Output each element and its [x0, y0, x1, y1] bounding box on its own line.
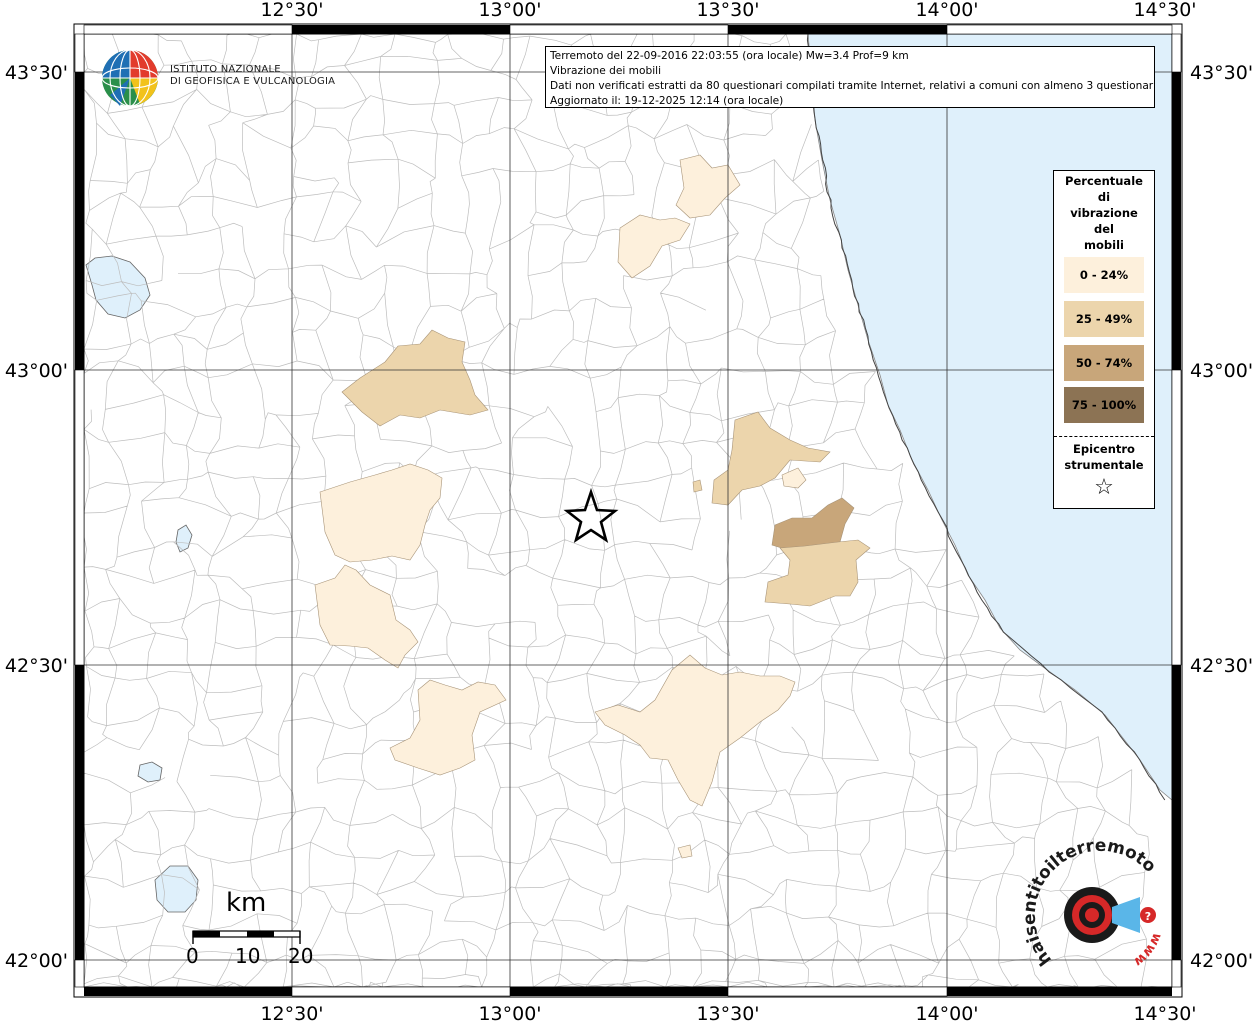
legend-title-line: del — [1094, 222, 1114, 236]
legend-title-line: vibrazione — [1070, 206, 1138, 220]
lat-label: 43°00' — [1190, 360, 1253, 382]
lat-label: 42°00' — [1190, 950, 1253, 972]
legend-class-25-49: 25 - 49% — [1064, 301, 1144, 337]
lon-label: 13°00' — [478, 1003, 541, 1024]
data-disclaimer: Dati non verificati estratti da 80 quest… — [550, 80, 1155, 92]
update-timestamp: Aggiornato il: 19-12-2025 12:14 (ora loc… — [550, 95, 784, 107]
legend-epicenter-line: strumentale — [1064, 458, 1144, 472]
municipality-class-2 — [692, 479, 703, 493]
longitude-labels-top: 12°30' 13°00' 13°30' 14°00' 14°30' — [260, 0, 1196, 21]
lon-label: 14°30' — [1133, 1003, 1196, 1024]
parameter-name: Vibrazione dei mobili — [550, 65, 662, 77]
scale-tick-10: 10 — [235, 944, 261, 968]
legend-title-line: mobili — [1084, 238, 1124, 252]
legend-class-label: 0 - 24% — [1079, 268, 1129, 282]
ingv-logo-icon — [101, 49, 159, 107]
legend-class-label: 25 - 49% — [1075, 312, 1133, 326]
ingv-name: ISTITUTO NAZIONALE DI GEOFISICA E VULCAN… — [170, 64, 335, 88]
legend-class-75-100: 75 - 100% — [1064, 387, 1144, 423]
legend-title-line: di — [1097, 190, 1111, 204]
event-info-box: Terremoto del 22-09-2016 22:03:55 (ora l… — [545, 46, 1155, 108]
lon-label: 14°00' — [915, 1003, 978, 1024]
ingv-line-2: DI GEOFISICA E VULCANOLOGIA — [170, 76, 336, 87]
intensity-map: 12°30' 13°00' 13°30' 14°00' 14°30' 12°30… — [0, 0, 1256, 1025]
event-title: Terremoto del 22-09-2016 22:03:55 (ora l… — [550, 50, 909, 62]
legend-epicenter-line: Epicentro — [1073, 442, 1135, 456]
lon-label: 12°30' — [260, 1003, 323, 1024]
legend-class-label: 75 - 100% — [1071, 398, 1137, 412]
lat-label: 43°30' — [1190, 62, 1253, 84]
scale-tick-20: 20 — [288, 944, 314, 968]
lon-label: 13°30' — [696, 0, 759, 21]
legend: Percentuale di vibrazione del mobili 0 -… — [1053, 170, 1155, 509]
lon-label: 14°30' — [1133, 0, 1196, 21]
legend-star-icon: ☆ — [1094, 475, 1114, 500]
legend-separator — [1054, 436, 1154, 437]
legend-title: Percentuale di vibrazione del mobili — [1054, 171, 1154, 253]
scale-tick-0: 0 — [186, 944, 199, 968]
ingv-line-1: ISTITUTO NAZIONALE — [170, 64, 281, 75]
legend-class-50-74: 50 - 74% — [1064, 345, 1144, 381]
lat-label: 42°30' — [5, 655, 68, 677]
latitude-labels-right: 43°30' 43°00' 42°30' 42°00' — [1190, 62, 1253, 972]
lat-label: 42°30' — [1190, 655, 1253, 677]
svg-text:?: ? — [1145, 910, 1151, 923]
lon-label: 13°30' — [696, 1003, 759, 1024]
lon-label: 14°00' — [915, 0, 978, 21]
legend-epicenter-label: Epicentro strumentale — [1054, 441, 1154, 473]
longitude-labels-bottom: 12°30' 13°00' 13°30' 14°00' 14°30' — [260, 1003, 1196, 1025]
lat-label: 43°00' — [5, 360, 68, 382]
lon-label: 12°30' — [260, 0, 323, 21]
lon-label: 13°00' — [478, 0, 541, 21]
map-svg: 12°30' 13°00' 13°30' 14°00' 14°30' 12°30… — [0, 0, 1253, 1025]
latitude-labels-left: 43°30' 43°00' 42°30' 42°00' — [5, 62, 68, 972]
lat-label: 42°00' — [5, 950, 68, 972]
legend-class-label: 50 - 74% — [1075, 356, 1133, 370]
legend-class-0-24: 0 - 24% — [1064, 257, 1144, 293]
lat-label: 43°30' — [5, 62, 68, 84]
legend-title-line: Percentuale — [1065, 174, 1143, 188]
scale-unit: km — [226, 888, 267, 918]
